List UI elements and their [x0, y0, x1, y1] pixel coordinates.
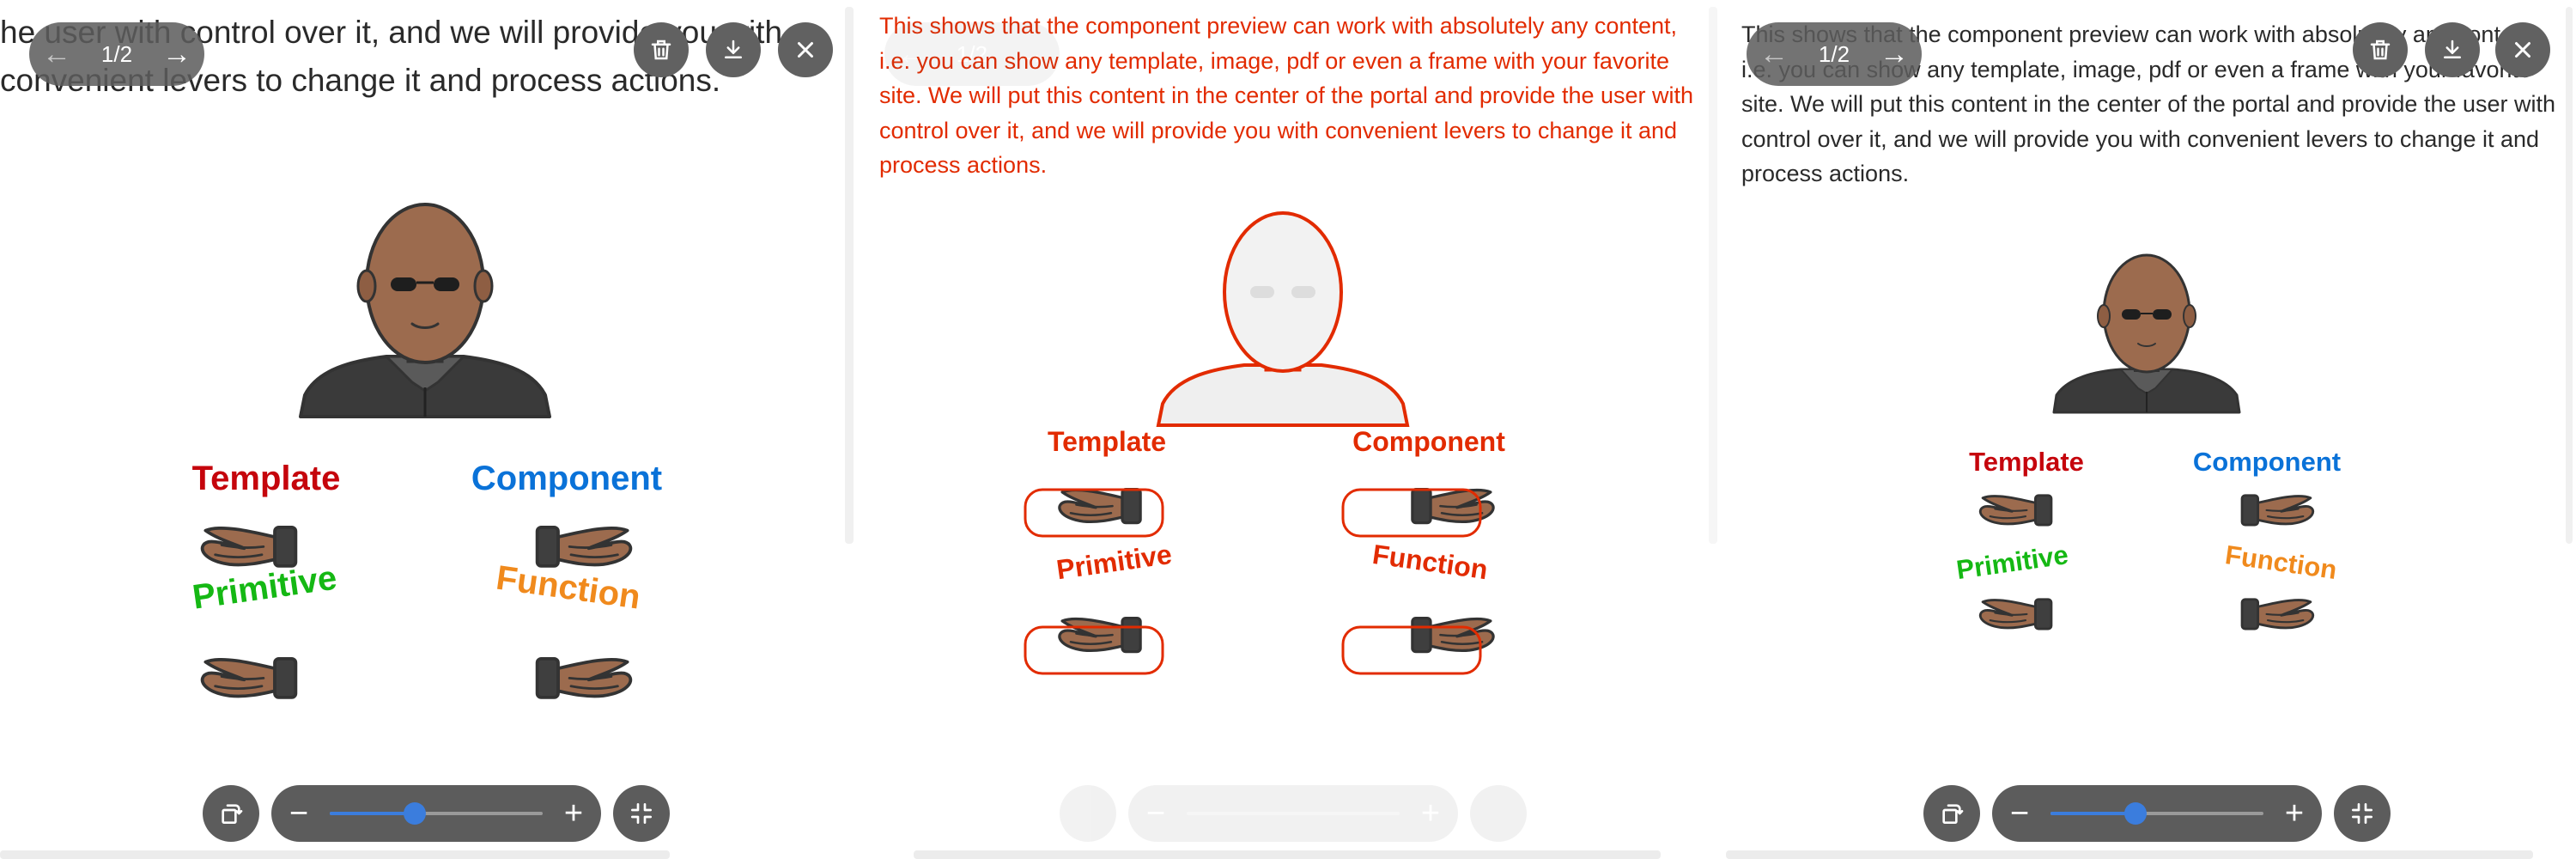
zoom-slider[interactable] — [330, 802, 543, 825]
label-template: Template — [192, 460, 341, 497]
horizontal-scrollbar[interactable] — [1726, 850, 2533, 859]
hand-icon-template — [1058, 488, 1142, 525]
minus-icon[interactable]: − — [1128, 785, 1183, 842]
download-button[interactable] — [706, 22, 761, 77]
hand-icon-template — [200, 526, 298, 568]
label-component: Component — [1352, 426, 1505, 457]
delete-button[interactable] — [2353, 22, 2408, 77]
close-button[interactable] — [2495, 22, 2550, 77]
arrow-right-icon[interactable]: → — [1867, 22, 1922, 86]
panel-divider[interactable] — [1709, 7, 1717, 544]
zoom-toolbar: − + — [1060, 785, 1527, 842]
hand-icon-function — [2242, 600, 2313, 629]
zoom-slider[interactable] — [1187, 812, 1400, 815]
preview-figure: Template Component Primitive Function — [129, 185, 721, 722]
collapse-icon — [631, 803, 652, 824]
label-component: Component — [2193, 447, 2341, 477]
hand-icon-component — [1413, 490, 1493, 523]
hand-icon-template — [1978, 494, 2053, 527]
rotate-icon — [222, 804, 243, 824]
label-primitive: Primitive — [1954, 539, 2070, 585]
zoom-slider-fill — [2050, 812, 2136, 815]
zoom-control: − + — [1128, 785, 1458, 842]
rotate-button[interactable] — [1923, 785, 1980, 842]
page-counter: 1/2 — [1818, 40, 1850, 67]
close-icon — [2515, 42, 2530, 58]
page-pager: ← 1/2 → — [884, 22, 1060, 86]
panel-divider[interactable] — [845, 7, 854, 544]
page-pager: ← 1/2 → — [29, 22, 204, 86]
trash-icon — [2370, 40, 2391, 60]
rotate-button[interactable] — [203, 785, 259, 842]
trash-icon — [651, 40, 671, 60]
preview-panel-right: This shows that the component preview ca… — [1717, 0, 2576, 859]
hand-icon-function — [1413, 618, 1493, 652]
hand-icon-primitive — [1978, 598, 2053, 631]
horizontal-scrollbar[interactable] — [914, 850, 1661, 859]
plus-icon[interactable]: + — [1403, 785, 1458, 842]
page-counter: 1/2 — [956, 40, 988, 67]
label-primitive: Primitive — [1054, 539, 1174, 585]
page-pager: ← 1/2 → — [1747, 22, 1922, 86]
minus-icon[interactable]: − — [1992, 785, 2047, 842]
arrow-right-icon[interactable]: → — [1005, 22, 1060, 86]
minus-icon[interactable]: − — [271, 785, 326, 842]
download-button[interactable] — [2425, 22, 2480, 77]
hand-icon-primitive — [1058, 617, 1142, 654]
fullscreen-button[interactable] — [1470, 785, 1527, 842]
close-button[interactable] — [778, 22, 833, 77]
label-template: Template — [1048, 426, 1166, 457]
zoom-slider-thumb[interactable] — [2124, 802, 2148, 825]
arrow-left-icon[interactable]: ← — [29, 22, 84, 86]
horizontal-scrollbar[interactable] — [0, 850, 670, 859]
delete-button[interactable] — [634, 22, 689, 77]
zoom-toolbar: − + — [1923, 785, 2391, 842]
character-avatar — [1156, 211, 1410, 427]
hand-icon-function — [538, 659, 631, 698]
close-icon — [798, 42, 813, 58]
download-icon — [2444, 40, 2461, 58]
label-primitive: Primitive — [190, 559, 338, 617]
rotate-icon — [1942, 804, 1964, 824]
preview-figure: Template Component Primitive Function — [1025, 193, 1540, 730]
label-function: Function — [494, 559, 642, 617]
character-avatar — [299, 203, 551, 418]
zoom-slider[interactable] — [2050, 802, 2263, 825]
preview-panel-transition: This shows that the component preview ca… — [854, 0, 1710, 859]
label-function: Function — [2223, 539, 2338, 585]
preview-panel-left: he user with control over it, and we wil… — [0, 0, 846, 859]
vertical-scrollbar[interactable] — [2566, 7, 2573, 544]
label-template: Template — [1969, 447, 2084, 477]
character-avatar — [2052, 253, 2241, 414]
page-counter: 1/2 — [100, 40, 133, 67]
arrow-left-icon[interactable]: ← — [1747, 22, 1801, 86]
arrow-right-icon[interactable]: → — [149, 22, 204, 86]
fullscreen-button[interactable] — [2334, 785, 2391, 842]
download-icon — [725, 40, 742, 58]
zoom-toolbar: − + — [203, 785, 670, 842]
zoom-control: − + — [271, 785, 601, 842]
plus-icon[interactable]: + — [2267, 785, 2322, 842]
hand-icon-component — [2242, 496, 2313, 525]
label-function: Function — [1370, 539, 1490, 585]
plus-icon[interactable]: + — [546, 785, 601, 842]
hand-icon-component — [538, 527, 631, 566]
zoom-control: − + — [1992, 785, 2322, 842]
collapse-icon — [2352, 803, 2372, 824]
label-component: Component — [471, 460, 662, 497]
preview-figure: Template Component Primitive Function — [1932, 241, 2361, 644]
hand-icon-primitive — [200, 657, 298, 699]
zoom-slider-fill — [330, 812, 416, 815]
arrow-left-icon[interactable]: ← — [884, 22, 939, 86]
rotate-button[interactable] — [1060, 785, 1116, 842]
zoom-slider-thumb[interactable] — [404, 802, 427, 825]
fullscreen-button[interactable] — [613, 785, 670, 842]
